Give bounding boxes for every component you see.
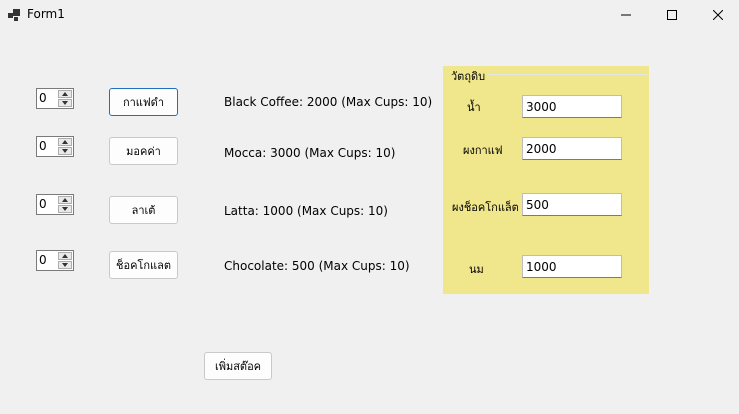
stepper-value: 0 [39, 91, 47, 105]
black-coffee-desc: Black Coffee: 2000 (Max Cups: 10) [224, 95, 433, 109]
quantity-stepper-chocolate[interactable]: 0 [36, 250, 74, 271]
stepper-up-button[interactable] [58, 138, 72, 146]
chevron-up-icon [62, 198, 68, 202]
chevron-up-icon [62, 92, 68, 96]
stepper-up-button[interactable] [58, 196, 72, 204]
coffee-powder-label: ผงกาแฟ [463, 144, 503, 157]
quantity-stepper-latta[interactable]: 0 [36, 194, 74, 215]
chocolate-button[interactable]: ช็อคโกแลต [109, 251, 178, 279]
mocca-button[interactable]: มอคค่า [109, 137, 178, 165]
chevron-down-icon [62, 149, 68, 153]
stepper-down-button[interactable] [58, 205, 72, 213]
chevron-up-icon [62, 140, 68, 144]
chocolate-powder-input[interactable]: 500 [522, 193, 622, 216]
water-input[interactable]: 3000 [522, 95, 622, 118]
chocolate-powder-label: ผงช็อคโกแล็ต [452, 201, 519, 214]
chevron-down-icon [62, 207, 68, 211]
stepper-down-button[interactable] [58, 261, 72, 269]
chevron-down-icon [62, 263, 68, 267]
chocolate-desc: Chocolate: 500 (Max Cups: 10) [224, 259, 410, 273]
stepper-down-button[interactable] [58, 147, 72, 155]
minimize-icon [621, 14, 631, 16]
quantity-stepper-mocca[interactable]: 0 [36, 136, 74, 157]
stepper-value: 0 [39, 253, 47, 267]
chevron-down-icon [62, 101, 68, 105]
black-coffee-button[interactable]: กาแฟดำ [109, 88, 178, 116]
maximize-icon [667, 10, 677, 20]
latta-button[interactable]: ลาเต้ [109, 196, 178, 224]
close-icon [713, 10, 723, 20]
app-icon [8, 9, 20, 21]
stepper-up-button[interactable] [58, 252, 72, 260]
quantity-stepper-black-coffee[interactable]: 0 [36, 88, 74, 109]
maximize-button[interactable] [649, 0, 695, 30]
stepper-value: 0 [39, 139, 47, 153]
water-label: น้ำ [467, 101, 481, 114]
mocca-desc: Mocca: 3000 (Max Cups: 10) [224, 146, 396, 160]
stepper-value: 0 [39, 197, 47, 211]
group-border [488, 74, 647, 75]
ingredients-group: วัตถุดิบ น้ำ 3000 ผงกาแฟ 2000 ผงช็อคโกแล… [443, 66, 649, 294]
milk-label: นม [469, 263, 484, 276]
stepper-up-button[interactable] [58, 90, 72, 98]
latta-desc: Latta: 1000 (Max Cups: 10) [224, 204, 388, 218]
minimize-button[interactable] [603, 0, 649, 30]
window-title: Form1 [27, 7, 65, 21]
ingredients-title: วัตถุดิบ [451, 70, 486, 83]
chevron-up-icon [62, 254, 68, 258]
coffee-powder-input[interactable]: 2000 [522, 137, 622, 160]
milk-input[interactable]: 1000 [522, 255, 622, 278]
stepper-down-button[interactable] [58, 99, 72, 107]
add-stock-button[interactable]: เพิ่มสต๊อค [204, 352, 272, 380]
title-bar: Form1 [0, 0, 739, 30]
close-button[interactable] [695, 0, 739, 30]
